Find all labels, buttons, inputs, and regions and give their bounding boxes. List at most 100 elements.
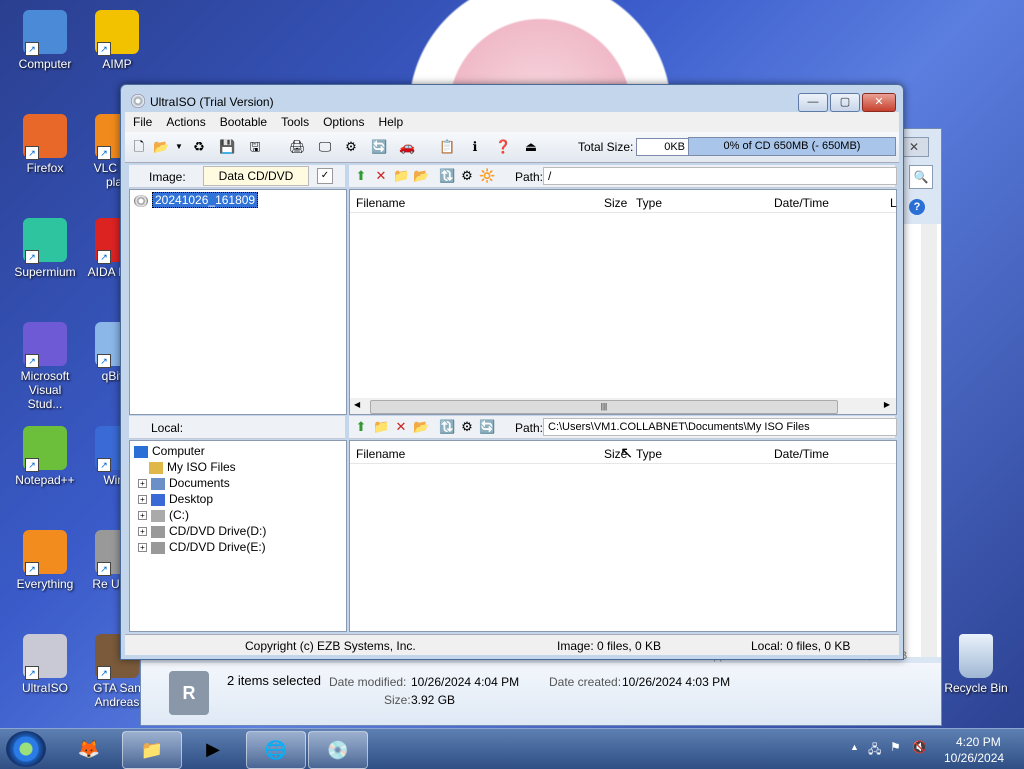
col-size[interactable]: Size <box>604 196 627 210</box>
clock-time[interactable]: 4:20 PM <box>956 735 1001 749</box>
save-as-icon[interactable]: 🖫 <box>247 139 263 155</box>
desktop-icon-4[interactable]: ↗ Notepad++ <box>10 426 80 487</box>
local-tree-item[interactable]: + (C:) <box>138 507 189 523</box>
explorer-scrollbar[interactable] <box>921 224 937 657</box>
virtual-drive-icon[interactable]: 🚗 <box>399 139 415 155</box>
app-icon: ↗ <box>23 322 67 368</box>
desktop-icon-recycle-bin[interactable]: Recycle Bin <box>940 634 1012 695</box>
iso-hscrollbar[interactable]: ◀ ||| ▶ <box>350 398 896 414</box>
add-icon[interactable]: 📂 <box>413 168 429 184</box>
capacity-progress[interactable]: 0% of CD 650MB (- 650MB) <box>688 137 896 156</box>
local-col-type[interactable]: Type <box>636 447 662 461</box>
desktop-icon-3[interactable]: ↗ Microsoft Visual Stud... <box>10 322 80 411</box>
exit-icon[interactable]: ⏏ <box>523 139 539 155</box>
refresh-icon[interactable]: 🔃 <box>439 168 455 184</box>
tree-expander-icon[interactable]: + <box>138 527 147 537</box>
shortcut-arrow-icon: ↗ <box>25 250 39 264</box>
local-new-folder-icon[interactable]: 📁 <box>373 419 389 435</box>
menu-bootable[interactable]: Bootable <box>212 112 273 129</box>
taskbar-explorer-icon[interactable]: 📁 <box>122 731 182 769</box>
info-icon[interactable]: ℹ <box>467 139 483 155</box>
settings-icon[interactable]: ⚙ <box>459 168 475 184</box>
local-col-filename[interactable]: Filename <box>356 447 405 461</box>
clock-date[interactable]: 10/26/2024 <box>944 751 1004 765</box>
flag-icon[interactable]: ⚑ <box>890 740 901 754</box>
col-datetime[interactable]: Date/Time <box>774 196 829 210</box>
network-icon[interactable]: 🖧 <box>868 740 881 761</box>
menu-help[interactable]: Help <box>370 112 409 129</box>
tree-expander-icon[interactable]: + <box>138 543 147 553</box>
local-add-icon[interactable]: 📂 <box>413 419 429 435</box>
menu-tools[interactable]: Tools <box>273 112 315 129</box>
options-icon[interactable]: 📋 <box>439 139 455 155</box>
compress-icon[interactable]: ⚙ <box>343 139 359 155</box>
convert-icon[interactable]: 🔄 <box>371 139 387 155</box>
up-icon[interactable]: ⬆ <box>353 168 369 184</box>
scroll-right-icon[interactable]: ▶ <box>884 400 890 409</box>
start-button[interactable] <box>6 731 46 767</box>
local-tree-item[interactable]: + Desktop <box>138 491 213 507</box>
image-path-field[interactable]: / <box>543 167 897 185</box>
shortcut-arrow-icon: ↗ <box>97 42 111 56</box>
properties-icon[interactable]: ✓ <box>317 168 333 184</box>
save-icon[interactable]: 💾 <box>219 139 235 155</box>
new-icon[interactable]: 🗋 <box>131 139 147 155</box>
show-hidden-icons-icon[interactable]: ▲ <box>850 742 859 752</box>
close-button[interactable]: ✕ <box>862 93 896 112</box>
desktop-icon-1[interactable]: ↗ Firefox <box>10 114 80 175</box>
local-toolbar: ⬆ 📁 ✕ 📂 🔃 ⚙ 🔄 Path: C:\Users\VM1.COLLABN… <box>349 416 897 439</box>
local-tree-item[interactable]: Computer <box>134 443 205 459</box>
volume-muted-icon[interactable]: 🔇 <box>912 740 927 754</box>
tree-expander-icon[interactable]: + <box>138 511 147 521</box>
local-refresh-icon[interactable]: 🔃 <box>439 419 455 435</box>
desktop-icon-col2-0[interactable]: ↗ AIMP <box>82 10 152 71</box>
help-icon[interactable]: ❓ <box>495 139 511 155</box>
shortcut-arrow-icon: ↗ <box>25 666 39 680</box>
col-type[interactable]: Type <box>636 196 662 210</box>
taskbar-firefox-icon[interactable]: 🦊 <box>60 731 118 767</box>
iso-root-item[interactable]: 20241026_161809 <box>134 192 259 208</box>
title-bar[interactable]: UltraISO (Trial Version) — ▢ ✕ <box>121 85 903 115</box>
local-tree-item[interactable]: + CD/DVD Drive(E:) <box>138 539 266 555</box>
mount-icon[interactable]: 🖵 <box>317 139 333 155</box>
maximize-button[interactable]: ▢ <box>830 93 860 112</box>
local-col-datetime[interactable]: Date/Time <box>774 447 829 461</box>
local-delete-icon[interactable]: ✕ <box>393 419 409 435</box>
desktop-icon-2[interactable]: ↗ Supermium <box>10 218 80 279</box>
col-lba[interactable]: L <box>890 196 897 210</box>
menu-file[interactable]: File <box>125 112 158 129</box>
scroll-left-icon[interactable]: ◀ <box>354 400 360 409</box>
local-tree-item[interactable]: + Documents <box>138 475 230 491</box>
help-icon[interactable]: ? <box>909 199 925 215</box>
open-cd-icon[interactable]: ♻ <box>191 139 207 155</box>
taskbar-media-icon[interactable]: ▶ <box>184 731 242 767</box>
boot-icon[interactable]: 🔆 <box>479 168 495 184</box>
col-filename[interactable]: Filename <box>356 196 405 210</box>
open-icon[interactable]: 📂 <box>153 139 169 155</box>
local-up-icon[interactable]: ⬆ <box>353 419 369 435</box>
iso-root-label: 20241026_161809 <box>152 192 259 208</box>
tree-expander-icon[interactable]: + <box>138 495 147 505</box>
image-type-select[interactable]: Data CD/DVD <box>203 166 309 186</box>
desktop-icon-6[interactable]: ↗ UltraISO <box>10 634 80 695</box>
search-icon[interactable]: 🔍 <box>909 165 933 189</box>
local-sync-icon[interactable]: 🔄 <box>479 419 495 435</box>
minimize-button[interactable]: — <box>798 93 828 112</box>
tree-expander-icon[interactable] <box>138 464 145 471</box>
open-dropdown-icon[interactable]: ▼ <box>171 139 187 155</box>
taskbar-ultraiso-icon[interactable]: 💿 <box>308 731 368 769</box>
local-settings-icon[interactable]: ⚙ <box>459 419 475 435</box>
delete-icon[interactable]: ✕ <box>373 168 389 184</box>
menu-options[interactable]: Options <box>315 112 370 129</box>
desktop-icon-5[interactable]: ↗ Everything <box>10 530 80 591</box>
taskbar-supermium-icon[interactable]: 🌐 <box>246 731 306 769</box>
local-path-field[interactable]: C:\Users\VM1.COLLABNET\Documents\My ISO … <box>543 418 897 436</box>
local-tree-item[interactable]: My ISO Files <box>138 459 236 475</box>
menu-actions[interactable]: Actions <box>158 112 211 129</box>
local-tree-item[interactable]: + CD/DVD Drive(D:) <box>138 523 266 539</box>
burn-icon[interactable]: 🖨 <box>289 139 306 155</box>
scroll-thumb[interactable]: ||| <box>370 400 838 414</box>
desktop-icon-0[interactable]: ↗ Computer <box>10 10 80 71</box>
tree-expander-icon[interactable]: + <box>138 479 147 489</box>
new-folder-icon[interactable]: 📁 <box>393 168 409 184</box>
